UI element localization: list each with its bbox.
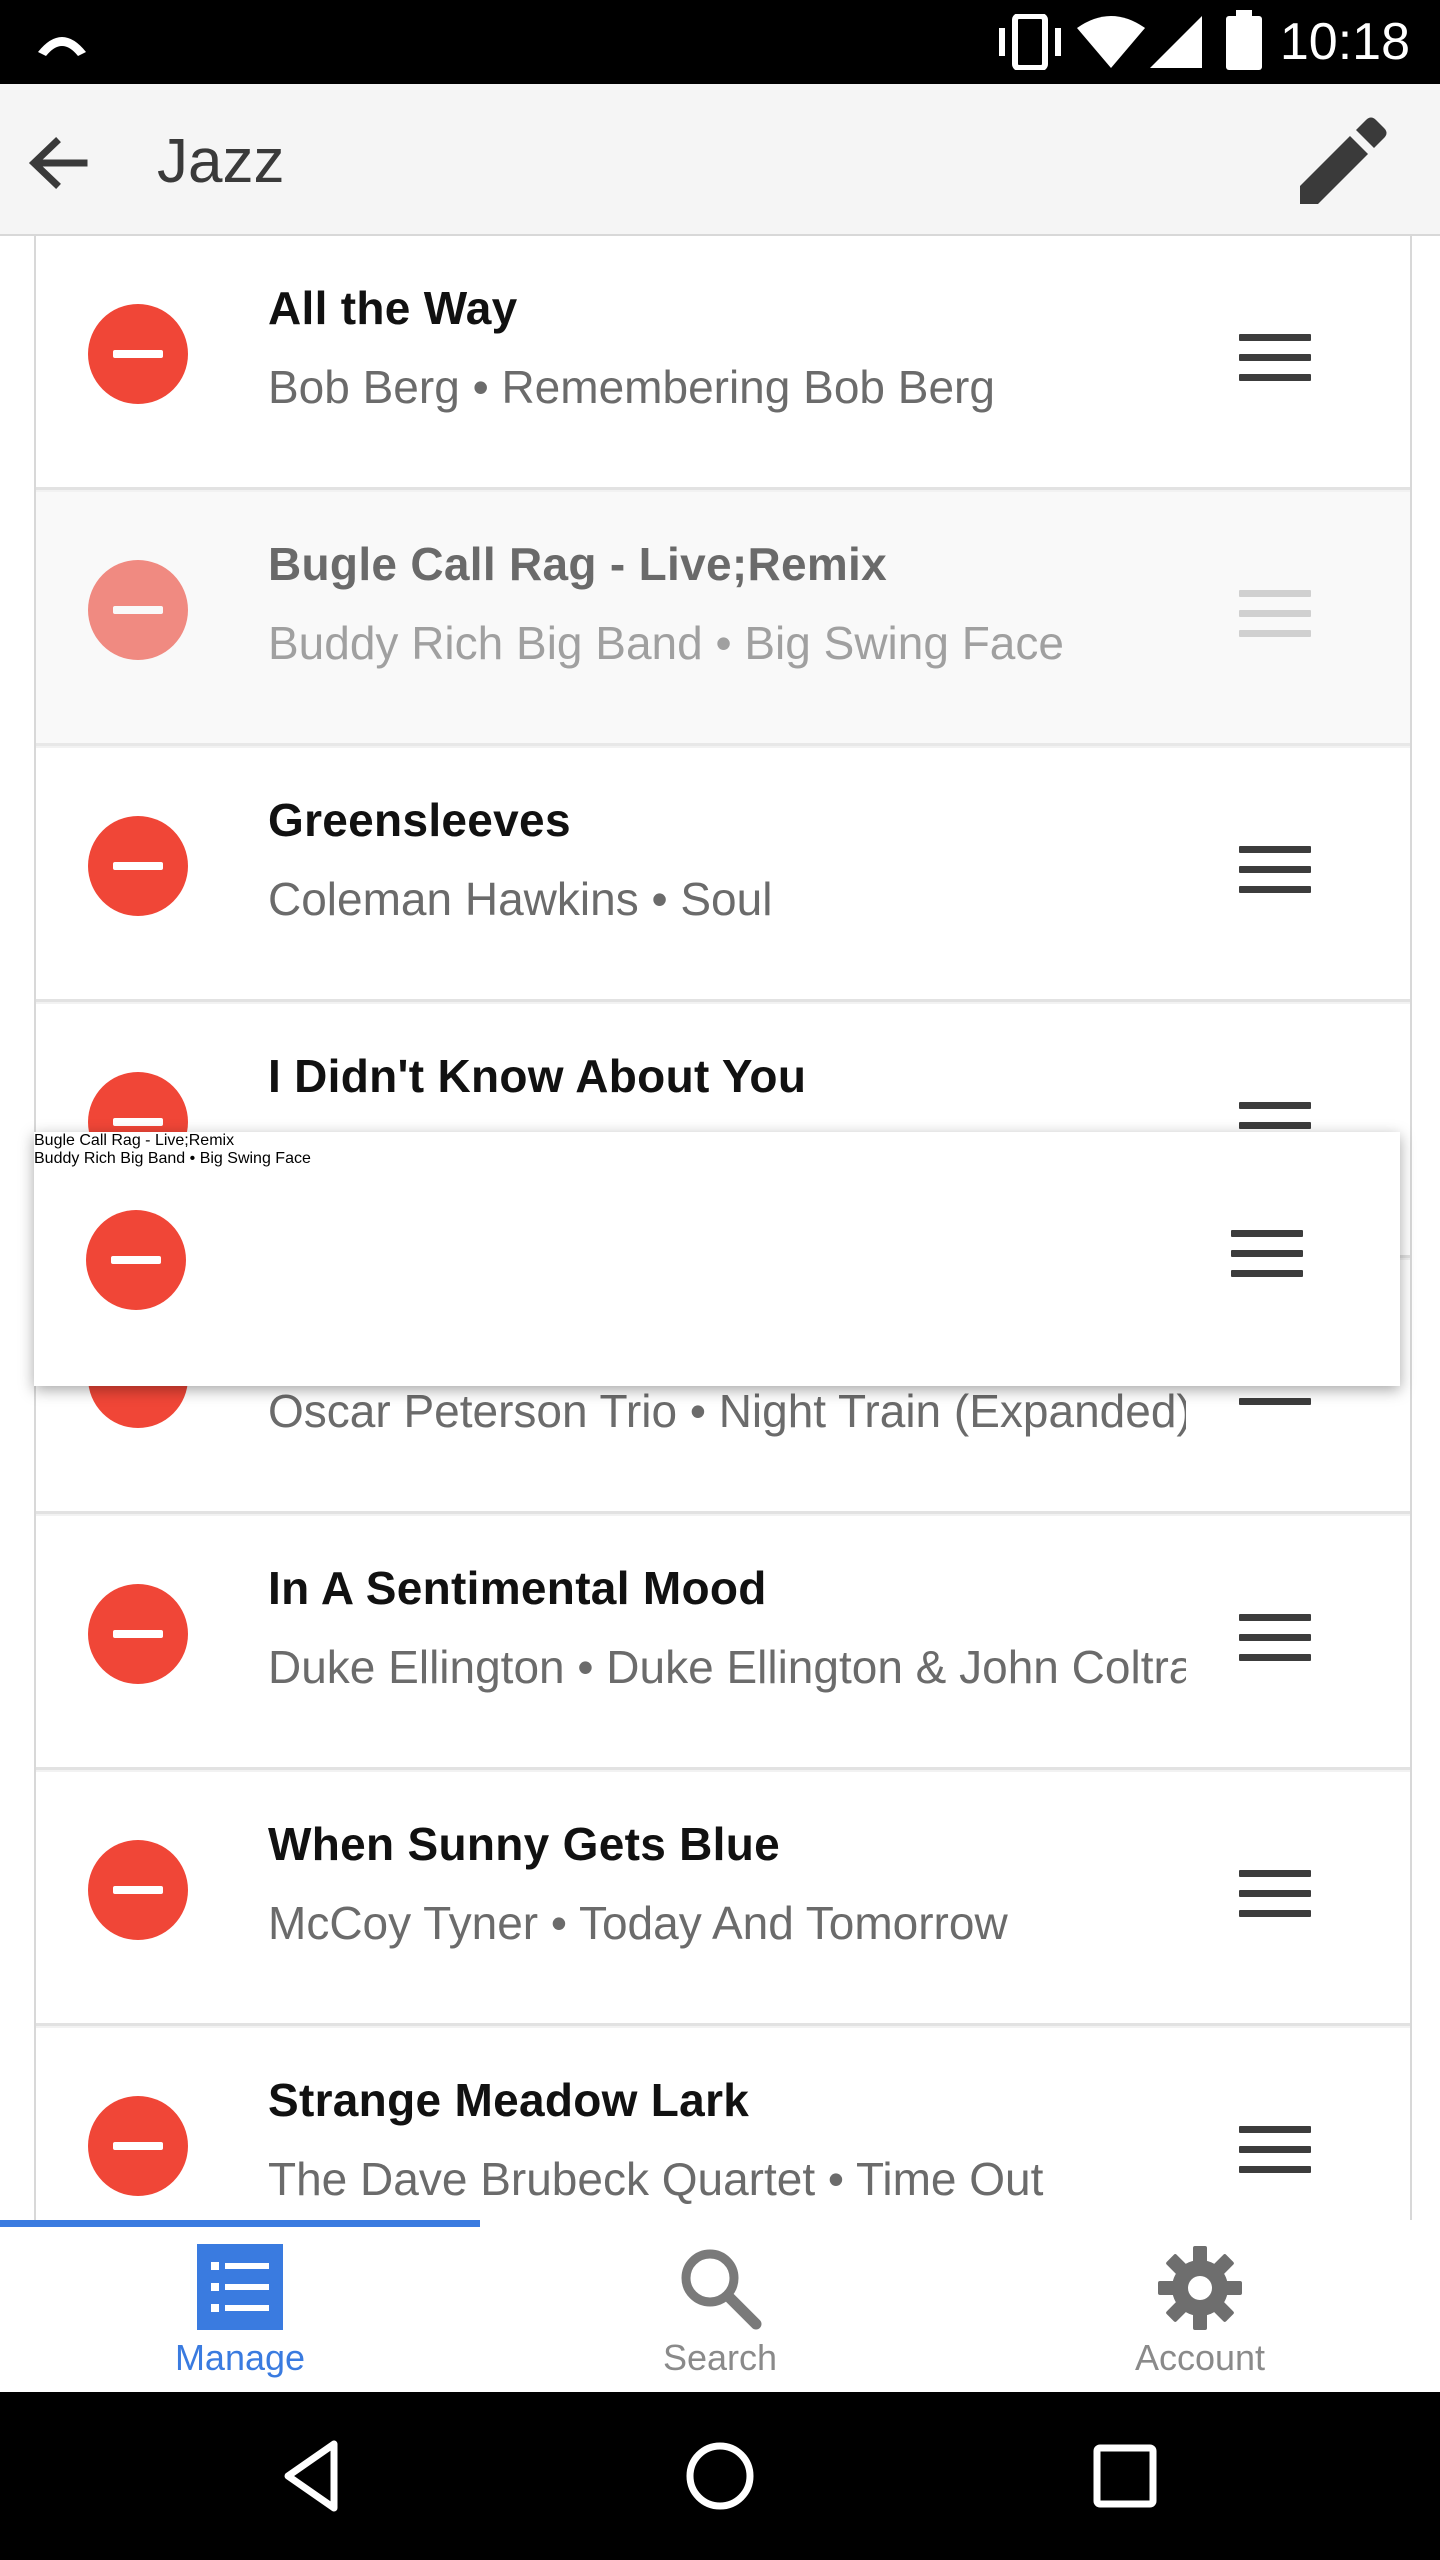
nav-manage[interactable]: Manage: [0, 2220, 480, 2392]
dragging-list-item[interactable]: Bugle Call Rag - Live;Remix Buddy Rich B…: [34, 1132, 1400, 1386]
edit-pencil-icon[interactable]: [1288, 110, 1388, 210]
remove-icon[interactable]: [88, 2096, 188, 2196]
page-title: Jazz: [157, 127, 285, 196]
gear-icon: [1158, 2246, 1242, 2330]
back-triangle-icon[interactable]: [276, 2436, 356, 2516]
track-title: In A Sentimental Mood: [268, 1562, 767, 1614]
search-icon: [681, 2249, 762, 2330]
recents-square-icon[interactable]: [1085, 2436, 1165, 2516]
track-subtitle: Duke Ellington • Duke Ellington & John C…: [268, 1641, 1186, 1693]
remove-icon[interactable]: [88, 1584, 188, 1684]
back-arrow-icon[interactable]: [22, 128, 92, 198]
track-subtitle: Bob Berg • Remembering Bob Berg: [268, 361, 995, 413]
nav-search[interactable]: Search: [480, 2220, 960, 2392]
list-item[interactable]: Greensleeves Coleman Hawkins • Soul: [36, 748, 1410, 1002]
status-time: 10:18: [1279, 13, 1410, 71]
remove-icon[interactable]: [88, 304, 188, 404]
track-subtitle: Coleman Hawkins • Soul: [268, 873, 773, 925]
drag-handle-icon[interactable]: [1239, 1870, 1311, 1918]
track-subtitle: Buddy Rich Big Band • Big Swing Face: [34, 1150, 311, 1167]
list-item[interactable]: Bugle Call Rag - Live;Remix Buddy Rich B…: [36, 492, 1410, 746]
track-subtitle: The Dave Brubeck Quartet • Time Out: [268, 2153, 1044, 2205]
track-title: I Didn't Know About You: [268, 1050, 807, 1102]
battery-icon: [1226, 10, 1262, 70]
track-title: When Sunny Gets Blue: [268, 1818, 781, 1870]
track-title: Bugle Call Rag - Live;Remix: [34, 1132, 235, 1149]
vibrate-icon: [999, 14, 1061, 70]
nav-label: Manage: [174, 2337, 306, 2378]
alert-icon: [38, 37, 86, 56]
status-bar: 10:18: [0, 0, 1440, 84]
signal-icon: [1150, 16, 1202, 68]
drag-handle-icon[interactable]: [1231, 1230, 1303, 1278]
nav-account[interactable]: Account: [960, 2220, 1440, 2392]
list-item[interactable]: All the Way Bob Berg • Remembering Bob B…: [36, 236, 1410, 490]
track-subtitle: Oscar Peterson Trio • Night Train (Expan…: [268, 1385, 1186, 1437]
track-title: Greensleeves: [268, 794, 571, 846]
nav-label: Account: [1134, 2337, 1266, 2378]
track-title: Bugle Call Rag - Live;Remix: [268, 538, 888, 590]
remove-icon[interactable]: [86, 1210, 186, 1310]
track-subtitle: McCoy Tyner • Today And Tomorrow: [268, 1897, 1008, 1949]
remove-icon[interactable]: [88, 816, 188, 916]
wifi-icon: [1077, 16, 1145, 68]
app-bar: Jazz: [0, 84, 1440, 236]
drag-handle-icon[interactable]: [1239, 1614, 1311, 1662]
track-title: Strange Meadow Lark: [268, 2074, 750, 2126]
drag-handle-icon[interactable]: [1239, 334, 1311, 382]
bottom-navigation: Manage Search Account: [0, 2220, 1440, 2392]
list-item[interactable]: Strange Meadow Lark The Dave Brubeck Qua…: [36, 2028, 1410, 2220]
nav-label: Search: [662, 2337, 778, 2378]
remove-icon[interactable]: [88, 560, 188, 660]
drag-handle-icon[interactable]: [1239, 590, 1311, 638]
drag-handle-icon[interactable]: [1239, 2126, 1311, 2174]
remove-icon[interactable]: [88, 1840, 188, 1940]
list-item[interactable]: When Sunny Gets Blue McCoy Tyner • Today…: [36, 1772, 1410, 2026]
list-item[interactable]: In A Sentimental Mood Duke Ellington • D…: [36, 1516, 1410, 1770]
list-icon: [197, 2244, 283, 2330]
home-circle-icon[interactable]: [680, 2436, 760, 2516]
track-subtitle: Buddy Rich Big Band • Big Swing Face: [268, 617, 1064, 669]
system-navigation-bar: [0, 2392, 1440, 2560]
track-title: All the Way: [268, 282, 518, 334]
drag-handle-icon[interactable]: [1239, 846, 1311, 894]
